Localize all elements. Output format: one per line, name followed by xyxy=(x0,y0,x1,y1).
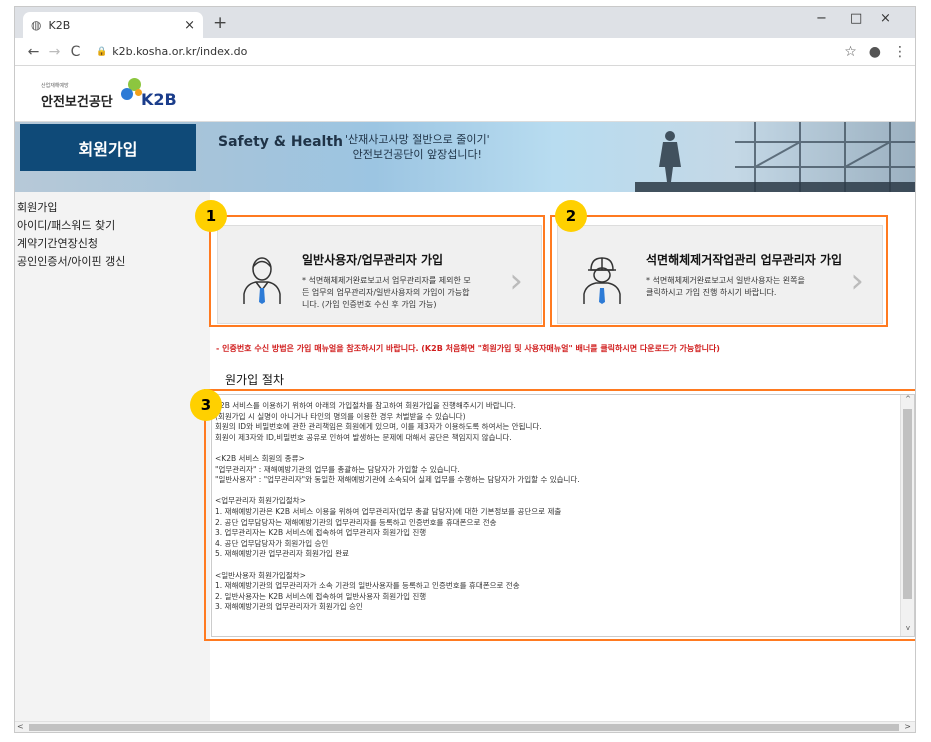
sidebar-item-find-id-password[interactable]: 아이디/패스워드 찾기 xyxy=(15,217,210,235)
sidebar-title: 회원가입 xyxy=(20,124,196,171)
step-badge-3: 3 xyxy=(190,389,222,421)
browser-tab[interactable]: ◍ K2B × xyxy=(23,12,203,38)
banner-copy-line1: '산재사고사망 절반으로 줄이기' xyxy=(345,133,490,146)
banner-copy-line2: 안전보건공단이 앞장섭니다! xyxy=(352,148,482,161)
logo-k2b: K2B xyxy=(141,90,177,109)
page-horizontal-scrollbar[interactable]: < > xyxy=(15,721,915,732)
highlight-box-2 xyxy=(550,215,888,327)
logo-korean-name: 안전보건공단 xyxy=(41,95,113,110)
tab-bar: ◍ K2B × + − □ × xyxy=(15,7,915,38)
address-bar: ← → C 🔒 k2b.kosha.or.kr/index.do ☆ ● ⋮ xyxy=(15,38,915,66)
close-window-button[interactable]: × xyxy=(880,11,891,26)
account-icon[interactable]: ● xyxy=(869,44,881,60)
logo-subtitle: 산업재해예방 xyxy=(41,83,69,89)
step-badge-2: 2 xyxy=(555,200,587,232)
sidebar-item-contract-extension[interactable]: 계약기간연장신청 xyxy=(15,235,210,253)
url-field[interactable]: k2b.kosha.or.kr/index.do xyxy=(112,45,832,58)
highlight-box-3 xyxy=(204,389,915,641)
site-header: 산업재해예방 안전보건공단 K2B xyxy=(15,66,915,122)
scroll-right-icon[interactable]: > xyxy=(904,722,911,731)
highlight-box-1 xyxy=(209,215,545,327)
browser-menu-icon[interactable]: ⋮ xyxy=(893,44,907,60)
browser-window: ◍ K2B × + − □ × ← → C 🔒 k2b.kosha.or.kr/… xyxy=(14,6,916,733)
maximize-button[interactable]: □ xyxy=(850,11,862,26)
sidebar-item-certificate-renewal[interactable]: 공인인증서/아이핀 갱신 xyxy=(15,253,210,271)
sidebar-menu: 회원가입 아이디/패스워드 찾기 계약기간연장신청 공인인증서/아이핀 갱신 xyxy=(15,192,210,271)
scroll-left-icon[interactable]: < xyxy=(17,722,24,731)
verification-notice: - 인증번호 수신 방법은 가입 매뉴얼을 참조하시기 바랍니다. (K2B 처… xyxy=(216,344,720,353)
minimize-button[interactable]: − xyxy=(816,11,827,26)
main-area: 회원가입 아이디/패스워드 찾기 계약기간연장신청 공인인증서/아이핀 갱신 일… xyxy=(15,192,915,732)
new-tab-button[interactable]: + xyxy=(213,13,227,33)
banner-copy: '산재사고사망 절반으로 줄이기' 안전보건공단이 앞장섭니다! xyxy=(345,132,490,162)
lock-icon: 🔒 xyxy=(96,46,108,57)
signup-procedure-title: 원가입 절차 xyxy=(225,373,285,387)
sidebar: 회원가입 아이디/패스워드 찾기 계약기간연장신청 공인인증서/아이핀 갱신 xyxy=(15,192,210,732)
banner-title: Safety & Health xyxy=(218,134,344,150)
construction-worker-illustration xyxy=(635,122,915,192)
forward-icon[interactable]: → xyxy=(44,44,65,60)
tab-title: K2B xyxy=(48,18,71,32)
sidebar-item-signup[interactable]: 회원가입 xyxy=(15,199,210,217)
bookmark-star-icon[interactable]: ☆ xyxy=(844,44,857,60)
back-icon[interactable]: ← xyxy=(23,44,44,60)
reload-icon[interactable]: C xyxy=(65,44,86,60)
horizontal-scroll-thumb[interactable] xyxy=(29,724,899,731)
step-badge-1: 1 xyxy=(195,200,227,232)
tab-close-icon[interactable]: × xyxy=(184,18,195,33)
globe-icon: ◍ xyxy=(31,18,42,32)
